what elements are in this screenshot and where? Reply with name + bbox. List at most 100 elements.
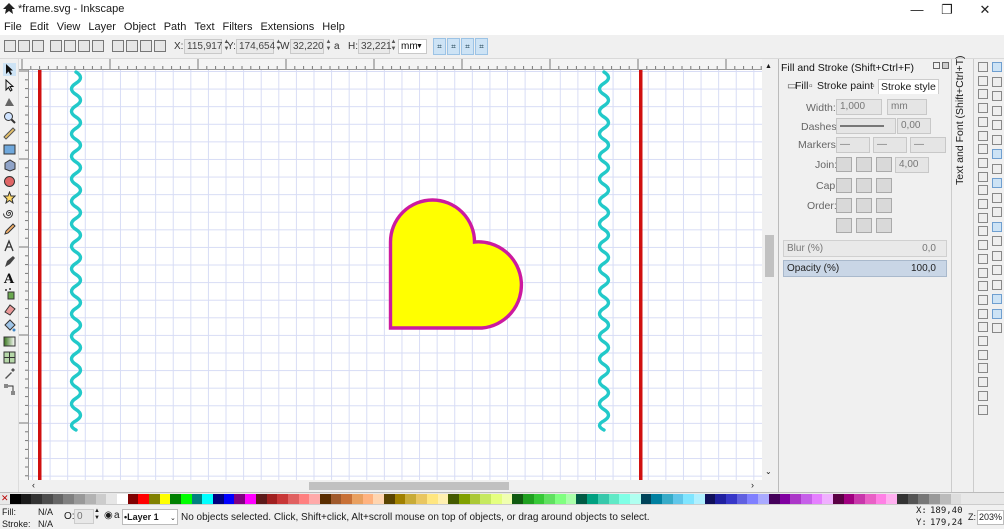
palette-swatch[interactable]: [747, 494, 759, 504]
dialog-iconify-icon[interactable]: [933, 62, 940, 69]
palette-swatch[interactable]: [886, 494, 898, 504]
palette-swatch[interactable]: [116, 494, 128, 504]
palette-swatch[interactable]: [555, 494, 566, 504]
palette-swatch[interactable]: [266, 494, 278, 504]
pencil-icon[interactable]: [3, 223, 16, 236]
new-document-icon[interactable]: [978, 62, 988, 72]
palette-swatch[interactable]: [277, 494, 288, 504]
order-markers-stroke-fill-icon[interactable]: [876, 218, 892, 233]
blur-slider[interactable]: Blur (%) 0,0: [783, 240, 947, 257]
raise-icon[interactable]: [126, 40, 138, 52]
layers-icon[interactable]: [978, 390, 988, 401]
palette-swatch[interactable]: [661, 494, 673, 504]
scroll-right-icon[interactable]: ›: [751, 480, 754, 490]
snap-bbox-icon[interactable]: [992, 76, 1002, 87]
menu-filters[interactable]: Filters: [219, 19, 257, 35]
palette-swatch[interactable]: [20, 494, 32, 504]
palette-swatch[interactable]: [512, 494, 523, 504]
scale-corners-toggle-icon[interactable]: ⌗: [447, 38, 460, 55]
palette-swatch[interactable]: [245, 494, 256, 504]
left-red-border[interactable]: [38, 70, 42, 480]
snap-guide-icon[interactable]: [992, 323, 1002, 333]
stroke-indicator-value[interactable]: N/A: [38, 519, 53, 529]
join-round-icon[interactable]: [856, 157, 872, 172]
close-button[interactable]: ✕: [970, 1, 1000, 18]
join-bevel-icon[interactable]: [876, 157, 892, 172]
layer-visibility-icon[interactable]: ◉: [104, 510, 113, 521]
palette-swatch[interactable]: [448, 494, 459, 504]
menu-text[interactable]: Text: [190, 19, 218, 35]
order-stroke-fill-markers-icon[interactable]: [856, 198, 872, 213]
join-miter-icon[interactable]: [836, 157, 852, 172]
palette-swatch[interactable]: [683, 494, 694, 504]
preferences-icon[interactable]: [978, 377, 988, 388]
undo-icon[interactable]: [978, 144, 988, 155]
menu-view[interactable]: View: [53, 19, 85, 35]
palette-swatch[interactable]: [544, 494, 556, 504]
palette-swatch[interactable]: [790, 494, 801, 504]
palette-swatch[interactable]: [373, 494, 385, 504]
text-font-dialog-tab[interactable]: Text and Font (Shift+Ctrl+T): [954, 55, 966, 185]
snap-bbox-midpoint-icon[interactable]: [992, 120, 1002, 130]
symbols-icon[interactable]: [978, 404, 988, 415]
palette-swatch[interactable]: [223, 494, 235, 504]
clone-icon[interactable]: [978, 267, 988, 278]
lower-icon[interactable]: [140, 40, 152, 52]
mid-marker-select[interactable]: —: [873, 137, 907, 153]
snap-page-icon[interactable]: [992, 294, 1002, 304]
flip-vertical-icon[interactable]: [92, 40, 104, 52]
palette-swatch[interactable]: [10, 494, 21, 504]
h-input[interactable]: 32,221: [358, 39, 392, 54]
horizontal-scroll-thumb[interactable]: [309, 482, 509, 490]
miter-limit-input[interactable]: 4,00: [895, 157, 929, 173]
zoom-selection-icon[interactable]: [978, 212, 988, 223]
opacity-spinner-icon[interactable]: ▲ ▼: [94, 508, 100, 522]
menu-help[interactable]: Help: [318, 19, 349, 35]
snap-grid-icon[interactable]: [992, 308, 1002, 319]
snap-text-baseline-icon[interactable]: [992, 279, 1002, 290]
palette-swatch[interactable]: [929, 494, 940, 504]
gradient-icon[interactable]: [3, 335, 16, 348]
palette-swatch[interactable]: [918, 494, 930, 504]
palette-swatch[interactable]: [319, 494, 331, 504]
w-spinner-icon[interactable]: ▲ ▼: [325, 39, 332, 54]
palette-swatch[interactable]: [362, 494, 374, 504]
order-markers-fill-stroke-icon[interactable]: [836, 218, 852, 233]
paste-icon[interactable]: [978, 199, 988, 209]
palette-swatch[interactable]: [309, 494, 320, 504]
lock-ratio-button[interactable]: a: [334, 41, 340, 52]
zoom-page-icon[interactable]: [978, 240, 988, 251]
palette-swatch[interactable]: [394, 494, 406, 504]
vertical-scrollbar[interactable]: ▲ ⌄: [762, 59, 776, 480]
palette-swatch[interactable]: [74, 494, 85, 504]
deselect-icon[interactable]: [32, 40, 44, 52]
text-font-icon[interactable]: [978, 336, 988, 346]
palette-swatch[interactable]: [608, 494, 620, 504]
palette-swatch[interactable]: [672, 494, 684, 504]
snap-cusp-icon[interactable]: [992, 192, 1002, 203]
palette-swatch[interactable]: [127, 494, 139, 504]
paint-bucket-icon[interactable]: [3, 319, 16, 332]
drawing-canvas[interactable]: [29, 70, 762, 480]
scale-stroke-toggle-icon[interactable]: ⌗: [433, 38, 446, 55]
palette-swatch[interactable]: [576, 494, 588, 504]
palette-swatch[interactable]: [565, 494, 577, 504]
palette-swatch[interactable]: [490, 494, 502, 504]
horizontal-scrollbar[interactable]: ‹ ›: [29, 480, 762, 492]
palette-swatch[interactable]: [822, 494, 833, 504]
lower-to-bottom-icon[interactable]: [154, 40, 166, 52]
end-marker-select[interactable]: —: [910, 137, 946, 153]
measure-icon[interactable]: [3, 127, 16, 140]
move-gradients-toggle-icon[interactable]: ⌗: [461, 38, 474, 55]
zoom-input[interactable]: 203%: [977, 510, 1004, 525]
duplicate-icon[interactable]: [978, 253, 988, 264]
vertical-ruler[interactable]: [19, 70, 29, 480]
mesh-icon[interactable]: [3, 351, 16, 364]
palette-swatch[interactable]: [52, 494, 64, 504]
palette-swatch[interactable]: [897, 494, 908, 504]
calligraphy-icon[interactable]: [3, 255, 16, 268]
left-cyan-wave[interactable]: [69, 70, 83, 432]
spiral-icon[interactable]: [3, 207, 16, 220]
dropper-icon[interactable]: [3, 367, 16, 380]
dock-vertical-tab[interactable]: Text and Font (Shift+Ctrl+T): [951, 55, 973, 492]
